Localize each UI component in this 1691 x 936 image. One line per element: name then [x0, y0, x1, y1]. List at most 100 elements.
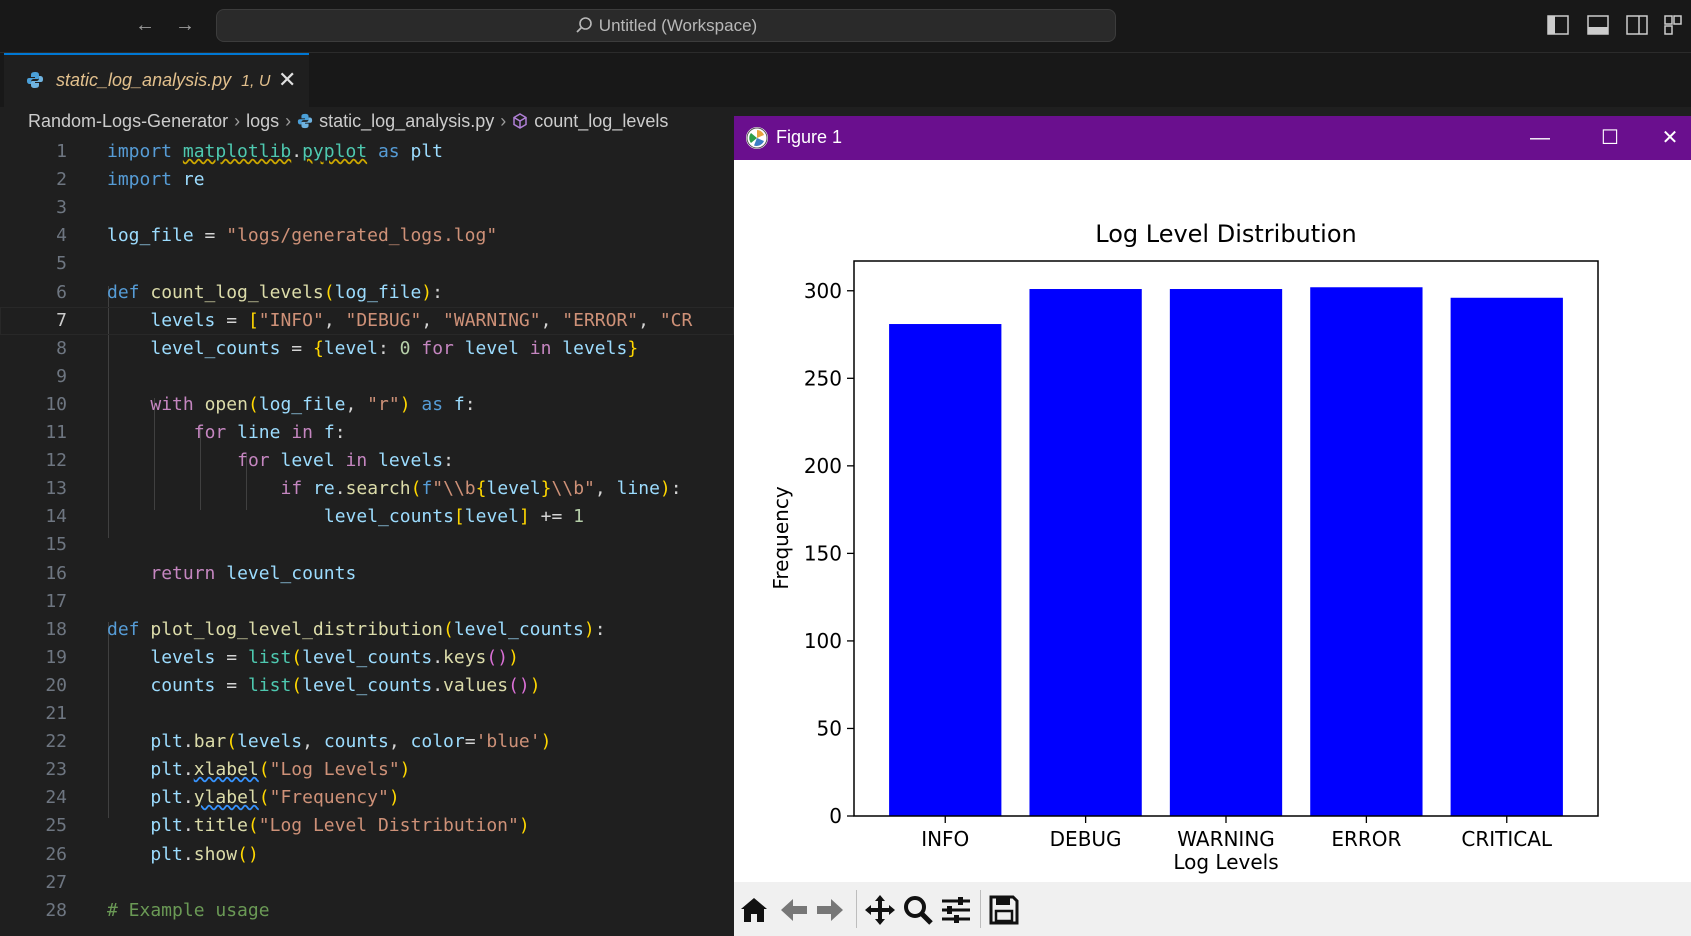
command-center-search[interactable]: Untitled (Workspace) [216, 9, 1116, 42]
code-line[interactable]: 18 def plot_log_level_distribution(level_… [0, 616, 734, 644]
y-tick-label: 250 [804, 366, 842, 390]
code-line[interactable]: 10 with open(log_file, "r") as f: [0, 391, 734, 419]
toggle-primary-sidebar-icon[interactable] [1547, 15, 1569, 35]
chevron-right-icon: › [285, 110, 292, 131]
code-line[interactable]: 27 [0, 869, 734, 897]
matplotlib-figure-window: Figure 1 — ☐ ✕ Log Level Distribution 0 5… [734, 116, 1691, 936]
code-line[interactable]: 23 plt.xlabel("Log Levels") [0, 756, 734, 784]
toolbar-divider [856, 890, 857, 928]
code-line[interactable]: 15 [0, 531, 734, 559]
breadcrumb-item-logs[interactable]: logs [246, 111, 279, 131]
line-number: 13 [45, 478, 67, 500]
code-text: level_counts[level] += 1 [323, 506, 585, 528]
pan-icon[interactable] [864, 894, 896, 926]
code-line[interactable]: 6 def count_log_levels(log_file): [0, 279, 734, 307]
code-line[interactable]: 8 level_counts = {level: 0 for level in … [0, 335, 734, 363]
code-line[interactable]: 2 import re [0, 166, 734, 194]
code-line[interactable]: 14 level_counts[level] += 1 [0, 503, 734, 531]
y-axis-label: Frequency [769, 486, 793, 589]
chart-title: Log Level Distribution [1095, 220, 1357, 248]
x-axis-label: Log Levels [1173, 850, 1278, 874]
toggle-panel-icon[interactable] [1587, 15, 1609, 35]
code-text: # Example usage [107, 899, 270, 921]
tab-static-log-analysis[interactable]: static_log_analysis.py 1, U ✕ [4, 53, 309, 107]
forward-icon[interactable] [814, 894, 846, 926]
toggle-secondary-sidebar-icon[interactable] [1626, 15, 1648, 35]
forward-arrow-icon[interactable]: → [172, 12, 198, 38]
breadcrumb-item-symbol[interactable]: count_log_levels [534, 111, 668, 131]
close-icon[interactable]: ✕ [278, 67, 296, 93]
code-text: counts = list(level_counts.values()) [150, 674, 541, 696]
code-text: def count_log_levels(log_file): [107, 281, 443, 303]
bar-warning [1169, 289, 1283, 816]
back-icon[interactable] [778, 894, 810, 926]
code-text: def plot_log_level_distribution(level_co… [107, 618, 606, 640]
breadcrumb-item-folder[interactable]: Random-Logs-Generator [28, 111, 228, 131]
line-number: 16 [45, 562, 67, 584]
code-text: levels = list(level_counts.keys()) [150, 646, 519, 668]
toolbar-divider [980, 890, 981, 928]
line-number: 5 [56, 253, 67, 275]
bar-error [1310, 287, 1423, 816]
figure-title-bar: Figure 1 — ☐ ✕ [734, 116, 1691, 160]
code-line[interactable]: 28 # Example usage [0, 897, 734, 925]
code-line[interactable]: 11 for line in f: [0, 419, 734, 447]
code-line[interactable]: 22 plt.bar(levels, counts, color='blue') [0, 728, 734, 756]
workspace-label: Untitled (Workspace) [598, 16, 758, 35]
code-line[interactable]: 16 return level_counts [0, 560, 734, 588]
code-line[interactable]: 7 levels = ["INFO", "DEBUG", "WARNING", … [0, 307, 734, 335]
x-tick-label: DEBUG [1050, 827, 1122, 851]
code-line[interactable]: 3 [0, 194, 734, 222]
code-line[interactable]: 1 import matplotlib.pyplot as plt [0, 138, 734, 166]
code-line[interactable]: 5 [0, 250, 734, 278]
zoom-icon[interactable] [902, 894, 934, 926]
code-line[interactable]: 20 counts = list(level_counts.values()) [0, 672, 734, 700]
matplotlib-logo-icon [746, 127, 768, 149]
configure-subplots-icon[interactable] [940, 894, 972, 926]
code-line[interactable]: 26 plt.show() [0, 841, 734, 869]
search-icon [576, 17, 592, 33]
editor-tab-bar: static_log_analysis.py 1, U ✕ [0, 53, 1691, 107]
breadcrumb: Random-Logs-Generator › logs › static_log_an… [28, 110, 668, 136]
bar-info [889, 324, 1002, 816]
line-number: 25 [45, 815, 67, 837]
code-text: levels = ["INFO", "DEBUG", "WARNING", "E… [150, 309, 693, 331]
line-number: 14 [45, 506, 67, 528]
bar-debug [1029, 289, 1142, 816]
save-icon[interactable] [988, 894, 1020, 926]
minimize-icon[interactable]: — [1510, 116, 1570, 160]
code-text: if re.search(f"\\b{level}\\b", line): [280, 478, 682, 500]
code-line[interactable]: 17 [0, 588, 734, 616]
code-line[interactable]: 12 for level in levels: [0, 447, 734, 475]
code-text: return level_counts [150, 562, 357, 584]
breadcrumb-item-file[interactable]: static_log_analysis.py [319, 111, 494, 131]
maximize-icon[interactable]: ☐ [1580, 116, 1640, 160]
code-text: log_file = "logs/generated_logs.log" [107, 225, 498, 247]
line-number: 24 [45, 787, 67, 809]
line-number: 8 [56, 337, 67, 359]
code-line[interactable]: 19 levels = list(level_counts.keys()) [0, 644, 734, 672]
close-icon[interactable]: ✕ [1640, 116, 1691, 160]
code-line[interactable]: 9 [0, 363, 734, 391]
y-tick-label: 200 [804, 454, 842, 478]
line-number: 10 [45, 393, 67, 415]
line-number: 27 [45, 871, 67, 893]
code-line[interactable]: 24 plt.ylabel("Frequency") [0, 784, 734, 812]
x-tick-label: ERROR [1331, 827, 1401, 851]
customize-layout-icon[interactable] [1664, 15, 1682, 35]
python-file-icon [298, 114, 313, 129]
y-tick-label: 0 [829, 804, 842, 828]
x-tick-label: INFO [921, 827, 969, 851]
chevron-right-icon: › [500, 110, 507, 131]
code-editor[interactable]: 1 import matplotlib.pyplot as plt 2 import … [0, 138, 734, 936]
code-text: for level in levels: [237, 450, 454, 472]
code-line[interactable]: 21 [0, 700, 734, 728]
code-text: plt.bar(levels, counts, color='blue') [150, 731, 552, 753]
line-number: 3 [56, 197, 67, 219]
code-text: plt.show() [150, 843, 259, 865]
back-arrow-icon[interactable]: ← [132, 12, 158, 38]
home-icon[interactable] [738, 894, 770, 926]
code-line[interactable]: 4 log_file = "logs/generated_logs.log" [0, 222, 734, 250]
code-line[interactable]: 25 plt.title("Log Level Distribution") [0, 812, 734, 840]
code-line[interactable]: 13 if re.search(f"\\b{level}\\b", line): [0, 475, 734, 503]
